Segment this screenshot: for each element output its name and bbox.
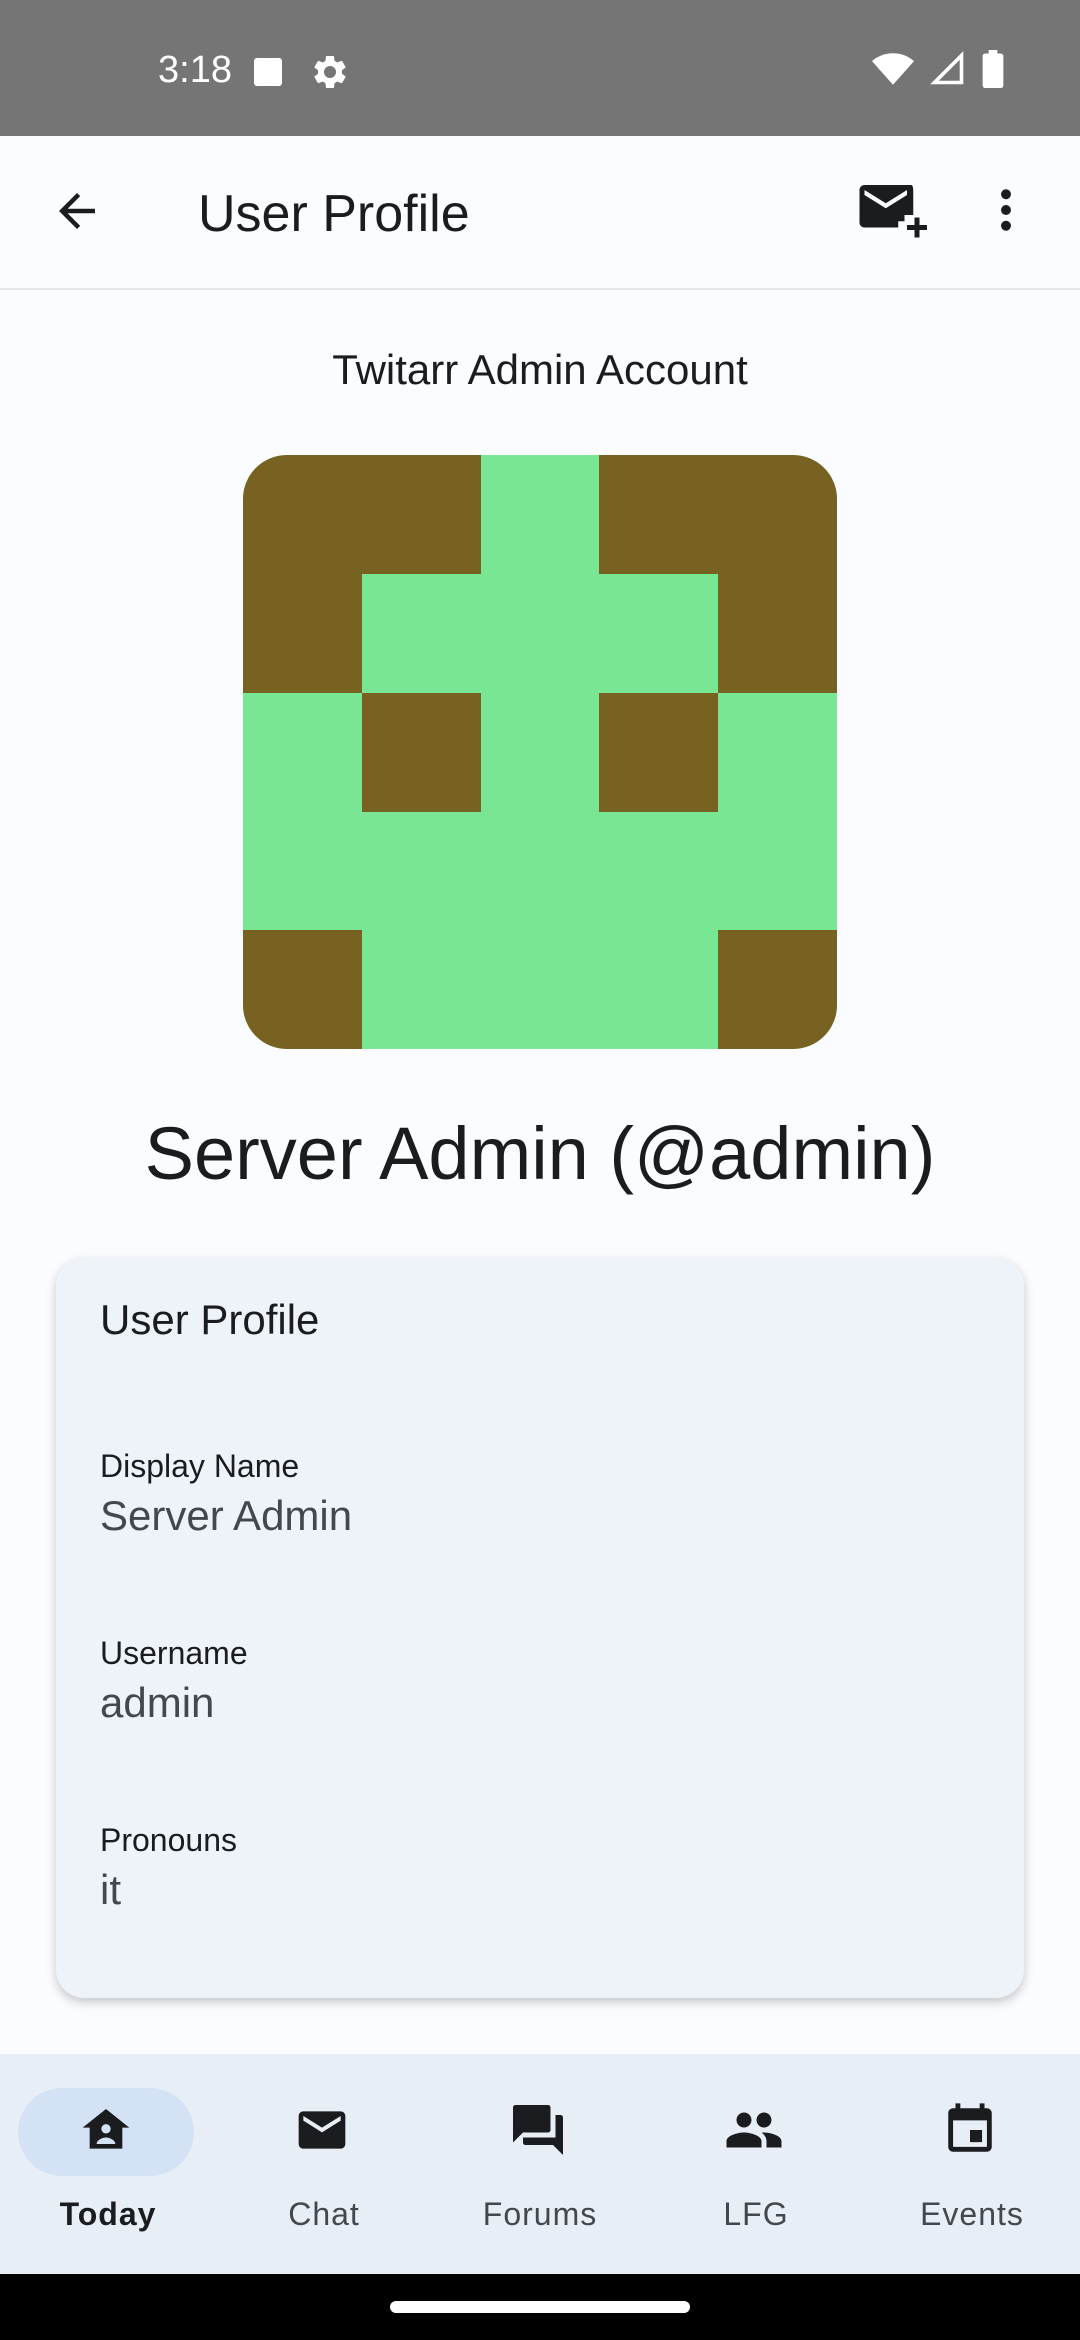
page-title: User Profile bbox=[198, 185, 470, 243]
bottom-navigation: Today Chat Forums LFG Events bbox=[0, 2054, 1080, 2274]
app-bar: User Profile bbox=[0, 136, 1080, 290]
status-time: 3:18 bbox=[158, 49, 232, 91]
avatar-cell bbox=[599, 455, 837, 574]
back-button[interactable] bbox=[38, 174, 116, 252]
avatar bbox=[243, 455, 837, 1049]
avatar-cell bbox=[243, 574, 362, 693]
status-right-icons bbox=[872, 50, 1004, 93]
username-label: Username bbox=[100, 1635, 248, 1671]
wifi-icon bbox=[872, 51, 914, 92]
avatar-cell bbox=[243, 930, 362, 1049]
nav-label-lfg: LFG bbox=[723, 2196, 789, 2232]
avatar-cell bbox=[362, 693, 481, 812]
nav-pill-forums bbox=[450, 2088, 626, 2176]
calendar-icon bbox=[941, 2101, 999, 2164]
nav-label-events: Events bbox=[920, 2196, 1024, 2232]
status-bar: 3:18 bbox=[0, 0, 1080, 136]
nav-pill-today bbox=[18, 2088, 194, 2176]
pronouns-value: it bbox=[100, 1866, 121, 1913]
nav-item-today[interactable]: Today bbox=[0, 2054, 216, 2274]
pronouns-label: Pronouns bbox=[100, 1822, 237, 1858]
nav-pill-chat bbox=[234, 2088, 410, 2176]
nav-label-today: Today bbox=[59, 2196, 157, 2232]
arrow-back-icon bbox=[50, 184, 104, 243]
avatar-cell bbox=[718, 930, 837, 1049]
user-profile-card: User Profile Display Name Server Admin U… bbox=[56, 1258, 1024, 1998]
nav-item-forums[interactable]: Forums bbox=[432, 2054, 648, 2274]
username-value: admin bbox=[100, 1679, 215, 1726]
display-name-value: Server Admin bbox=[100, 1492, 353, 1539]
card-title: User Profile bbox=[100, 1296, 320, 1343]
profile-name: Server Admin (@admin) bbox=[144, 1112, 936, 1195]
avatar-cell bbox=[599, 693, 718, 812]
home-icon bbox=[78, 2102, 134, 2163]
more-options-button[interactable] bbox=[966, 172, 1046, 252]
notification-square-icon bbox=[252, 56, 284, 93]
forum-icon bbox=[508, 2100, 568, 2165]
nav-item-lfg[interactable]: LFG bbox=[648, 2054, 864, 2274]
nav-item-chat[interactable]: Chat bbox=[216, 2054, 432, 2274]
avatar-cell bbox=[243, 455, 481, 574]
status-left-icons bbox=[252, 52, 350, 97]
system-gesture-area bbox=[0, 2274, 1080, 2340]
more-vert-icon bbox=[979, 183, 1033, 242]
cell-signal-icon bbox=[930, 51, 966, 92]
settings-gear-icon bbox=[310, 52, 350, 97]
gesture-handle[interactable] bbox=[390, 2301, 690, 2313]
mail-icon bbox=[294, 2102, 350, 2163]
battery-icon bbox=[982, 50, 1004, 93]
new-message-button[interactable] bbox=[852, 172, 932, 252]
nav-item-events[interactable]: Events bbox=[864, 2054, 1080, 2274]
avatar-cell bbox=[718, 574, 837, 693]
nav-pill-lfg bbox=[666, 2088, 842, 2176]
display-name-label: Display Name bbox=[100, 1448, 300, 1484]
people-icon bbox=[724, 2100, 784, 2165]
nav-label-forums: Forums bbox=[482, 2196, 598, 2232]
profile-header: Twitarr Admin Account bbox=[332, 346, 748, 393]
nav-label-chat: Chat bbox=[288, 2196, 360, 2232]
nav-pill-events bbox=[882, 2088, 1058, 2176]
new-message-icon bbox=[857, 179, 927, 246]
